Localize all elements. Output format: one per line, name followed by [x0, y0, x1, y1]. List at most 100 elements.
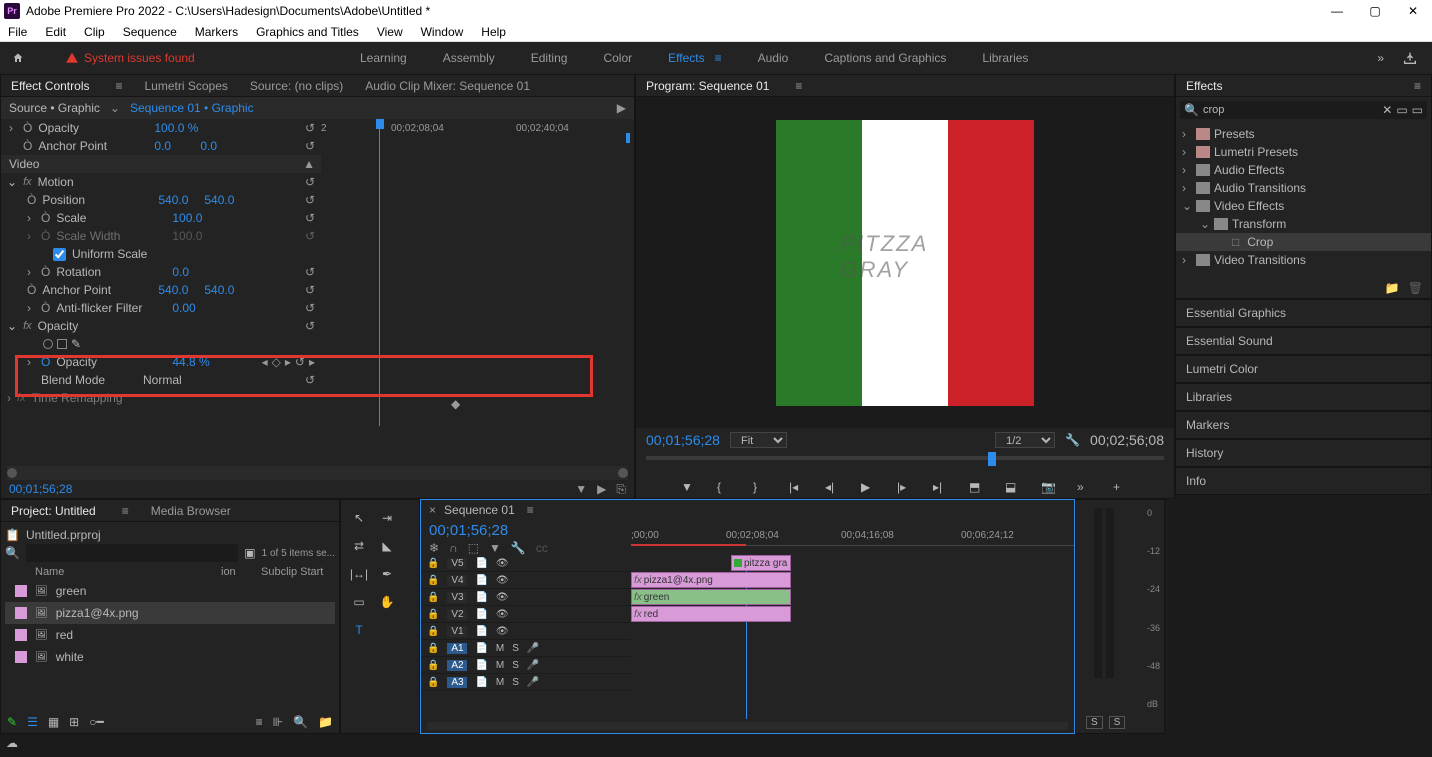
- goto-in-icon[interactable]: |◂: [789, 480, 805, 496]
- menu-graphics-and-titles[interactable]: Graphics and Titles: [256, 25, 359, 39]
- sort-icon[interactable]: ≡: [256, 715, 263, 729]
- timeline-clip[interactable]: fxred: [631, 606, 791, 622]
- side-panel-markers[interactable]: Markers: [1175, 411, 1432, 439]
- export-frame-icon[interactable]: 📷: [1041, 480, 1057, 496]
- settings-icon[interactable]: 🔧: [511, 541, 526, 555]
- clear-search-icon[interactable]: ✕: [1382, 103, 1392, 117]
- marker-icon[interactable]: ▼: [681, 480, 697, 496]
- in-point-icon[interactable]: {: [717, 480, 733, 496]
- magnet-icon[interactable]: ∩: [449, 541, 458, 555]
- side-panel-lumetri-color[interactable]: Lumetri Color: [1175, 355, 1432, 383]
- project-search-input[interactable]: [26, 544, 238, 562]
- razor-tool-icon[interactable]: ◣: [377, 536, 397, 556]
- snap-icon[interactable]: ❄: [429, 541, 439, 555]
- overflow-icon[interactable]: »: [1377, 51, 1384, 65]
- fx-tree-item[interactable]: ›Presets: [1176, 125, 1431, 143]
- write-icon[interactable]: ✎: [7, 715, 17, 729]
- more-transport-icon[interactable]: »: [1077, 480, 1093, 496]
- goto-out-icon[interactable]: ▸|: [933, 480, 949, 496]
- step-back-icon[interactable]: ◂|: [825, 480, 841, 496]
- menu-file[interactable]: File: [8, 25, 27, 39]
- automate-icon[interactable]: ⊪: [273, 715, 283, 729]
- video-track-header[interactable]: 🔒V1📄👁: [421, 623, 631, 640]
- fx-tree-item[interactable]: ›Video Transitions: [1176, 251, 1431, 269]
- workspace-effects[interactable]: Effects: [668, 51, 721, 65]
- motion-fx[interactable]: Motion: [38, 175, 74, 189]
- pen-mask-icon[interactable]: ✎: [71, 337, 81, 351]
- anchor-prop[interactable]: Anchor Point: [38, 139, 148, 153]
- program-preview[interactable]: PITZZA GRAY: [776, 120, 1034, 406]
- fx-tree-item[interactable]: ⌄Video Effects: [1176, 197, 1431, 215]
- link-icon[interactable]: ⬚: [468, 541, 479, 555]
- solo-r[interactable]: S: [1109, 716, 1126, 729]
- project-item[interactable]: 🖼red: [5, 624, 335, 646]
- fx-tree-item[interactable]: ›Audio Effects: [1176, 161, 1431, 179]
- close-button[interactable]: ✕: [1406, 4, 1420, 18]
- panel-tab[interactable]: Lumetri Scopes: [145, 79, 228, 93]
- audio-track-header[interactable]: 🔒A3📄MS🎤: [421, 674, 631, 691]
- fx-tree-item[interactable]: Crop: [1176, 233, 1431, 251]
- export-icon[interactable]: [1402, 50, 1418, 66]
- effects-tab[interactable]: Effects: [1186, 79, 1222, 93]
- maximize-button[interactable]: ▢: [1368, 4, 1382, 18]
- program-tc-left[interactable]: 00;01;56;28: [646, 432, 720, 448]
- workspace-libraries[interactable]: Libraries: [982, 51, 1028, 65]
- filter-icon[interactable]: ▣: [244, 546, 255, 560]
- timeline-clip[interactable]: pitzza gra: [731, 555, 791, 571]
- track-select-tool-icon[interactable]: ⇥: [377, 508, 397, 528]
- delete-icon[interactable]: 🗑: [1408, 281, 1423, 295]
- fx-badge-2-icon[interactable]: ▭: [1412, 103, 1423, 117]
- wrench-icon[interactable]: 🔧: [1065, 433, 1080, 447]
- workspace-learning[interactable]: Learning: [360, 51, 407, 65]
- menu-help[interactable]: Help: [481, 25, 506, 39]
- zoom-slider[interactable]: ○━: [89, 715, 103, 729]
- project-item[interactable]: 🖼white: [5, 646, 335, 668]
- ellipse-mask-icon[interactable]: [43, 339, 53, 349]
- hand-tool-icon[interactable]: ✋: [377, 592, 397, 612]
- workspace-color[interactable]: Color: [603, 51, 632, 65]
- sequence-graphic-label[interactable]: Sequence 01 • Graphic: [130, 101, 254, 115]
- marker-tool-icon[interactable]: ▼: [489, 541, 501, 555]
- slip-tool-icon[interactable]: |↔|: [349, 564, 369, 584]
- new-bin-icon[interactable]: 📁: [318, 715, 333, 729]
- out-point-icon[interactable]: }: [753, 480, 769, 496]
- solo-l[interactable]: S: [1086, 716, 1103, 729]
- video-track-header[interactable]: 🔒V3📄👁: [421, 589, 631, 606]
- workspace-captions-and-graphics[interactable]: Captions and Graphics: [824, 51, 946, 65]
- workspace-assembly[interactable]: Assembly: [443, 51, 495, 65]
- lift-icon[interactable]: ⬒: [969, 480, 985, 496]
- opacity-fx[interactable]: Opacity: [38, 319, 79, 333]
- add-icon[interactable]: +: [1113, 480, 1129, 496]
- project-item[interactable]: 🖼pizza1@4x.png: [5, 602, 335, 624]
- panel-tab[interactable]: Source: (no clips): [250, 79, 343, 93]
- list-view-icon[interactable]: ☰: [27, 715, 38, 729]
- video-track-header[interactable]: 🔒V2📄👁: [421, 606, 631, 623]
- project-tab[interactable]: Media Browser: [151, 504, 231, 518]
- play-icon[interactable]: ▶: [861, 480, 877, 496]
- menu-view[interactable]: View: [377, 25, 403, 39]
- zoom-select[interactable]: 1/2: [995, 432, 1055, 448]
- program-tab[interactable]: Program: Sequence 01: [646, 79, 769, 93]
- menu-window[interactable]: Window: [421, 25, 464, 39]
- freeform-icon[interactable]: ⊞: [69, 715, 79, 729]
- home-icon[interactable]: [12, 52, 24, 64]
- rectangle-tool-icon[interactable]: ▭: [349, 592, 369, 612]
- ec-timecode[interactable]: 00;01;56;28: [9, 482, 72, 496]
- timeline-timecode[interactable]: 00;01;56;28: [421, 520, 631, 541]
- menu-edit[interactable]: Edit: [45, 25, 66, 39]
- fx-tree-item[interactable]: ›Audio Transitions: [1176, 179, 1431, 197]
- timeline-clip[interactable]: fxpizza1@4x.png: [631, 572, 791, 588]
- sequence-tab[interactable]: Sequence 01: [444, 503, 515, 517]
- side-panel-libraries[interactable]: Libraries: [1175, 383, 1432, 411]
- panel-tab[interactable]: Audio Clip Mixer: Sequence 01: [365, 79, 530, 93]
- selection-tool-icon[interactable]: ↖: [349, 508, 369, 528]
- video-track-header[interactable]: 🔒V4📄👁: [421, 572, 631, 589]
- timeline-zoom-scrollbar[interactable]: [427, 722, 1068, 730]
- program-scrubber[interactable]: [646, 456, 1164, 476]
- project-tab[interactable]: Project: Untitled: [11, 504, 96, 518]
- project-item[interactable]: 🖼green: [5, 580, 335, 602]
- pen-tool-icon[interactable]: ✒: [377, 564, 397, 584]
- side-panel-essential-sound[interactable]: Essential Sound: [1175, 327, 1432, 355]
- effects-search-input[interactable]: [1203, 104, 1378, 116]
- new-bin-icon[interactable]: 📁: [1385, 281, 1400, 295]
